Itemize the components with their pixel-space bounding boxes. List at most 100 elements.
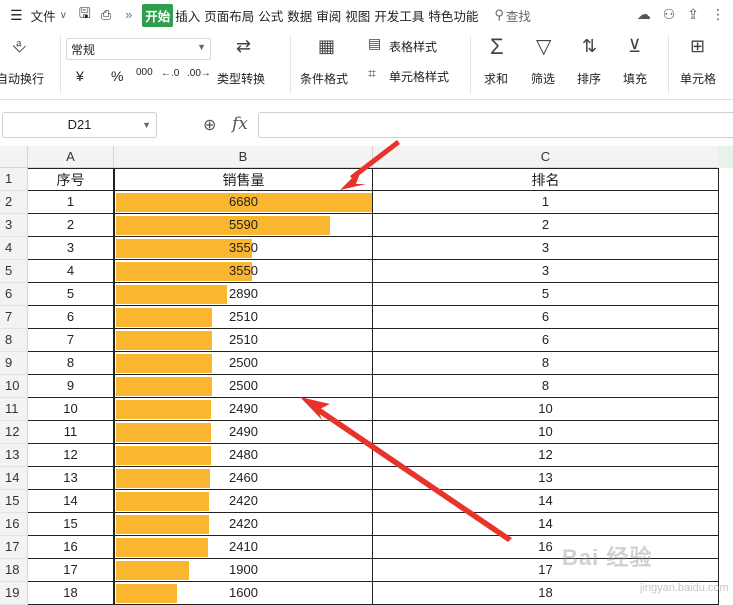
type-convert-button[interactable]: 类型转换 [217,70,265,87]
decrease-decimal-button[interactable]: .00→ [187,68,211,79]
cell-sales[interactable]: 2890 [114,283,373,306]
row-header[interactable]: 4 [0,237,28,260]
row-header[interactable]: 16 [0,513,28,536]
cell-rank[interactable]: 8 [373,352,719,375]
cell-rank[interactable]: 8 [373,375,719,398]
cell-button[interactable]: 单元格 [680,70,716,87]
table-style-button[interactable]: 表格样式 [389,38,437,55]
sum-button[interactable]: 求和 [484,70,508,87]
row-header[interactable]: 11 [0,398,28,421]
name-box[interactable]: D21 ▼ [2,112,157,138]
zoom-icon[interactable]: ⊕ [203,115,216,135]
row-header[interactable]: 18 [0,559,28,582]
sort-button[interactable]: 排序 [577,70,601,87]
percent-button[interactable]: % [111,68,123,84]
row-header[interactable]: 9 [0,352,28,375]
conditional-format-button[interactable]: 条件格式 [300,70,348,87]
column-header-b[interactable]: B [114,146,373,168]
column-header-d-partial[interactable] [718,146,733,168]
filter-icon[interactable]: ▽ [536,34,551,59]
cell-sales[interactable]: 2490 [114,398,373,421]
cell-seq[interactable]: 6 [28,306,114,329]
select-all-corner[interactable] [0,146,28,168]
cell-seq[interactable]: 5 [28,283,114,306]
cell-rank[interactable]: 14 [373,513,719,536]
cell-sales[interactable]: 1600 [114,582,373,605]
tab-formula[interactable]: 公式 [256,6,285,25]
row-header[interactable]: 8 [0,329,28,352]
row-header[interactable]: 13 [0,444,28,467]
cell-rank[interactable]: 16 [373,536,719,559]
tab-view[interactable]: 视图 [343,6,372,25]
cell-seq[interactable]: 16 [28,536,114,559]
tab-insert[interactable]: 插入 [173,6,202,25]
cell-sales[interactable]: 2510 [114,329,373,352]
tab-special[interactable]: 特色功能 [426,6,480,25]
header-cell-seq[interactable]: 序号 [28,168,114,191]
row-header[interactable]: 14 [0,467,28,490]
cell-seq[interactable]: 8 [28,352,114,375]
share-icon[interactable]: ⇪ [687,6,699,23]
tab-data[interactable]: 数据 [285,6,314,25]
cell-style-button[interactable]: 单元格样式 [389,68,449,85]
cell-seq[interactable]: 15 [28,513,114,536]
cell-seq[interactable]: 13 [28,467,114,490]
cell-seq[interactable]: 2 [28,214,114,237]
cell-style-icon[interactable]: ⌗ [368,65,376,82]
row-header[interactable]: 10 [0,375,28,398]
cell-sales[interactable]: 2500 [114,375,373,398]
cell-sales[interactable]: 2420 [114,490,373,513]
cell-rank[interactable]: 6 [373,306,719,329]
cell-seq[interactable]: 9 [28,375,114,398]
tab-page-layout[interactable]: 页面布局 [202,6,256,25]
tab-home[interactable]: 开始 [142,3,174,27]
formula-input[interactable] [258,112,733,138]
header-cell-rank[interactable]: 排名 [373,168,719,191]
fill-button[interactable]: 填充 [623,70,647,87]
cell-seq[interactable]: 14 [28,490,114,513]
thousands-button[interactable]: 000 [136,67,153,78]
fill-icon[interactable]: ⊻ [628,36,641,57]
number-format-select[interactable]: 常规 ▼ [66,38,211,60]
cell-rank[interactable]: 10 [373,398,719,421]
tab-developer[interactable]: 开发工具 [372,6,426,25]
filter-button[interactable]: 筛选 [531,70,555,87]
cell-sales[interactable]: 6680 [114,191,373,214]
cell-sales[interactable]: 2490 [114,421,373,444]
fx-icon[interactable]: fx [232,114,248,134]
cell-rank[interactable]: 14 [373,490,719,513]
cell-rank[interactable]: 12 [373,444,719,467]
menu-file[interactable]: 文件 [29,6,58,25]
cell-seq[interactable]: 18 [28,582,114,605]
cell-icon[interactable]: ⊞ [690,36,705,57]
cloud-icon[interactable]: ☁ [637,6,651,23]
cell-sales[interactable]: 2510 [114,306,373,329]
row-header[interactable]: 3 [0,214,28,237]
row-header[interactable]: 17 [0,536,28,559]
row-header[interactable]: 19 [0,582,28,605]
cell-rank[interactable]: 3 [373,260,719,283]
row-header[interactable]: 15 [0,490,28,513]
row-header[interactable]: 6 [0,283,28,306]
column-header-a[interactable]: A [28,146,114,168]
hamburger-icon[interactable]: ☰ [8,7,25,24]
sort-icon[interactable]: ⇅ [582,36,597,57]
cell-seq[interactable]: 17 [28,559,114,582]
cell-rank[interactable]: 3 [373,237,719,260]
cell-rank[interactable]: 2 [373,214,719,237]
cell-rank[interactable]: 5 [373,283,719,306]
cell-rank[interactable]: 6 [373,329,719,352]
user-add-icon[interactable]: ⚇ [663,6,676,23]
cell-sales[interactable]: 2410 [114,536,373,559]
header-cell-sales[interactable]: 销售量 [114,168,373,191]
sum-icon[interactable]: Σ [490,34,504,60]
cell-seq[interactable]: 7 [28,329,114,352]
row-header[interactable]: 5 [0,260,28,283]
cell-seq[interactable]: 3 [28,237,114,260]
cell-rank[interactable]: 17 [373,559,719,582]
cell-sales[interactable]: 2480 [114,444,373,467]
cell-sales[interactable]: 3550 [114,237,373,260]
more-options-icon[interactable]: ⋮ [711,6,725,23]
cell-sales[interactable]: 1900 [114,559,373,582]
column-header-c[interactable]: C [373,146,719,168]
